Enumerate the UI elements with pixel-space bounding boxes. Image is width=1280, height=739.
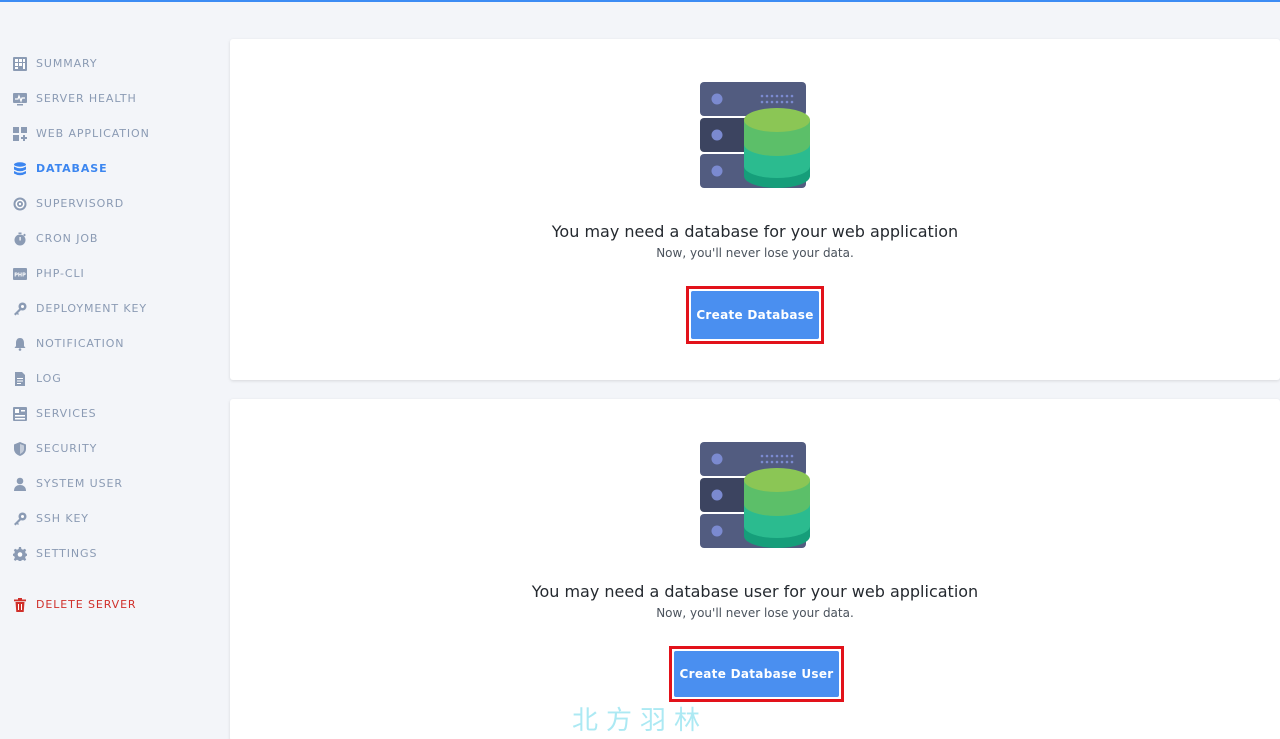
monitor-icon <box>13 92 27 106</box>
shield-icon <box>13 441 27 456</box>
sidebar-item-security[interactable]: SECURITY <box>0 431 200 466</box>
database-server-illustration <box>700 442 810 548</box>
create-database-card: You may need a database for your web app… <box>230 39 1280 380</box>
sidebar-item-label: SUMMARY <box>36 57 98 70</box>
sidebar-item-label: SUPERVISORD <box>36 197 125 210</box>
sidebar: SUMMARY SERVER HEALTH WEB APPLICATION DA… <box>0 2 200 739</box>
sidebar-item-web-application[interactable]: WEB APPLICATION <box>0 116 200 151</box>
sidebar-item-label: SERVICES <box>36 407 97 420</box>
sidebar-item-label: PHP-CLI <box>36 267 85 280</box>
sidebar-item-label: WEB APPLICATION <box>36 127 150 140</box>
sidebar-item-ssh-key[interactable]: SSH KEY <box>0 501 200 536</box>
sidebar-item-label: DELETE SERVER <box>36 598 137 611</box>
gear-icon <box>13 546 27 561</box>
key-icon <box>13 512 27 526</box>
sidebar-nav: SUMMARY SERVER HEALTH WEB APPLICATION DA… <box>0 2 200 622</box>
card-subtitle: Now, you'll never lose your data. <box>656 606 854 620</box>
bell-icon <box>13 337 27 351</box>
sidebar-item-delete-server[interactable]: DELETE SERVER <box>0 587 200 622</box>
card-title: You may need a database for your web app… <box>551 222 959 241</box>
stopwatch-icon <box>13 232 27 246</box>
sidebar-item-label: NOTIFICATION <box>36 337 125 350</box>
create-database-user-card: You may need a database user for your we… <box>230 399 1280 739</box>
database-server-illustration <box>700 82 810 188</box>
sidebar-item-label: DATABASE <box>36 162 108 175</box>
sidebar-item-notification[interactable]: NOTIFICATION <box>0 326 200 361</box>
services-icon <box>13 406 27 421</box>
sidebar-item-cron-job[interactable]: CRON JOB <box>0 221 200 256</box>
sidebar-item-label: SSH KEY <box>36 512 89 525</box>
summary-grid-icon <box>13 56 27 71</box>
sidebar-item-label: DEPLOYMENT KEY <box>36 302 147 315</box>
sidebar-item-log[interactable]: LOG <box>0 361 200 396</box>
key-icon <box>13 302 27 316</box>
sidebar-item-label: SETTINGS <box>36 547 98 560</box>
document-icon <box>13 371 27 386</box>
apps-icon <box>13 126 27 141</box>
sidebar-item-deployment-key[interactable]: DEPLOYMENT KEY <box>0 291 200 326</box>
sidebar-item-settings[interactable]: SETTINGS <box>0 536 200 571</box>
sidebar-item-summary[interactable]: SUMMARY <box>0 46 200 81</box>
trash-icon <box>13 597 27 612</box>
highlight-box: Create Database User <box>669 646 844 702</box>
svg-text:PHP: PHP <box>14 272 26 278</box>
card-subtitle: Now, you'll never lose your data. <box>656 246 854 260</box>
php-icon: PHP <box>13 267 27 281</box>
sidebar-item-supervisord[interactable]: SUPERVISORD <box>0 186 200 221</box>
sidebar-item-label: LOG <box>36 372 62 385</box>
create-database-user-button[interactable]: Create Database User <box>674 651 839 697</box>
gear-circle-icon <box>13 197 27 211</box>
create-database-button[interactable]: Create Database <box>691 291 819 339</box>
database-icon <box>13 161 27 176</box>
highlight-box: Create Database <box>686 286 824 344</box>
sidebar-item-label: SERVER HEALTH <box>36 92 137 105</box>
card-title: You may need a database user for your we… <box>531 582 979 601</box>
sidebar-item-server-health[interactable]: SERVER HEALTH <box>0 81 200 116</box>
sidebar-item-label: CRON JOB <box>36 232 99 245</box>
sidebar-item-label: SECURITY <box>36 442 98 455</box>
sidebar-item-system-user[interactable]: SYSTEM USER <box>0 466 200 501</box>
sidebar-item-services[interactable]: SERVICES <box>0 396 200 431</box>
sidebar-item-database[interactable]: DATABASE <box>0 151 200 186</box>
watermark-text: 北方羽林 <box>572 706 709 736</box>
user-icon <box>13 477 27 491</box>
sidebar-item-label: SYSTEM USER <box>36 477 123 490</box>
sidebar-item-php-cli[interactable]: PHP PHP-CLI <box>0 256 200 291</box>
